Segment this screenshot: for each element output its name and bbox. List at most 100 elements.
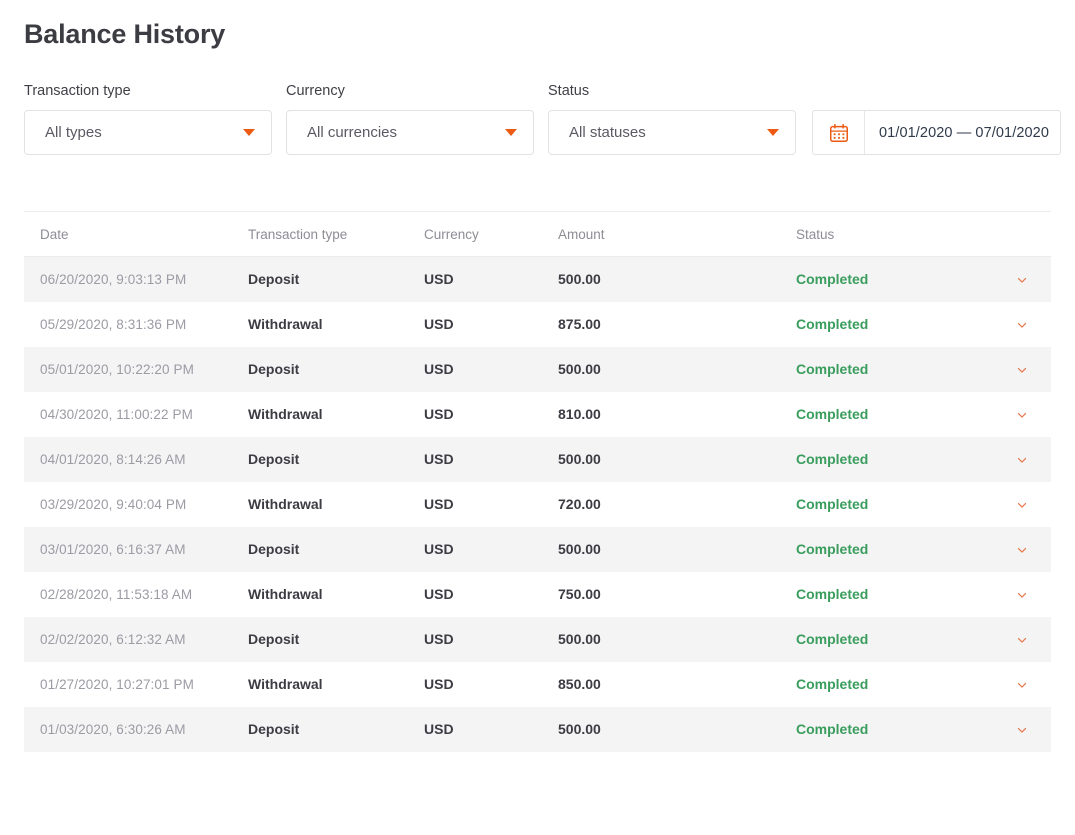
cell-amount: 720.00	[558, 495, 601, 512]
caret-down-icon	[505, 129, 517, 136]
table-row[interactable]: 05/29/2020, 8:31:36 PM Withdrawal USD 875.0…	[24, 302, 1051, 347]
chevron-down-icon[interactable]	[1015, 363, 1029, 377]
cell-date: 03/29/2020, 9:40:04 PM	[40, 496, 187, 512]
balance-history-page: Balance History Transaction type All typ…	[0, 16, 1075, 752]
cell-date: 06/20/2020, 9:03:13 PM	[40, 271, 187, 287]
table-row[interactable]: 05/01/2020, 10:22:20 PM Deposit USD 500.00 C…	[24, 347, 1051, 392]
table-row[interactable]: 04/30/2020, 11:00:22 PM Withdrawal USD 810.…	[24, 392, 1051, 437]
chevron-down-icon[interactable]	[1015, 453, 1029, 467]
caret-down-icon	[243, 129, 255, 136]
table-row[interactable]: 03/29/2020, 9:40:04 PM Withdrawal USD 720.0…	[24, 482, 1051, 527]
currency-value: All currencies	[307, 123, 398, 141]
cell-transaction-type: Withdrawal	[248, 585, 323, 602]
cell-transaction-type: Deposit	[248, 270, 300, 287]
cell-date: 02/02/2020, 6:12:32 AM	[40, 631, 186, 647]
cell-transaction-type: Withdrawal	[248, 495, 323, 512]
cell-amount: 810.00	[558, 405, 601, 422]
cell-currency: USD	[424, 450, 454, 467]
status-badge: Completed	[796, 360, 869, 377]
column-header-status: Status	[796, 226, 835, 242]
row-expand-button[interactable]	[992, 588, 1051, 602]
chevron-down-icon[interactable]	[1015, 723, 1029, 737]
cell-amount: 500.00	[558, 360, 601, 377]
filter-currency: Currency All currencies	[286, 82, 534, 155]
filter-date-range: 01/01/2020 — 07/01/2020	[812, 110, 1061, 155]
cell-transaction-type: Deposit	[248, 450, 300, 467]
status-badge: Completed	[796, 720, 869, 737]
chevron-down-icon[interactable]	[1015, 543, 1029, 557]
cell-currency: USD	[424, 585, 454, 602]
cell-currency: USD	[424, 360, 454, 377]
table-row[interactable]: 01/03/2020, 6:30:26 AM Deposit USD 500.00 Co…	[24, 707, 1051, 752]
cell-transaction-type: Withdrawal	[248, 315, 323, 332]
row-expand-button[interactable]	[992, 453, 1051, 467]
column-header-currency: Currency	[424, 226, 479, 242]
filter-status-label: Status	[548, 83, 590, 99]
table-row[interactable]: 04/01/2020, 8:14:26 AM Deposit USD 500.00 Co…	[24, 437, 1051, 482]
status-badge: Completed	[796, 495, 869, 512]
row-expand-button[interactable]	[992, 318, 1051, 332]
row-expand-button[interactable]	[992, 723, 1051, 737]
cell-date: 04/30/2020, 11:00:22 PM	[40, 406, 193, 422]
table-row[interactable]: 03/01/2020, 6:16:37 AM Deposit USD 500.00 Co…	[24, 527, 1051, 572]
table-body: 06/20/2020, 9:03:13 PM Deposit USD 500.00 Co…	[24, 257, 1051, 752]
calendar-icon-cell[interactable]	[813, 111, 865, 154]
cell-amount: 850.00	[558, 675, 601, 692]
date-range-picker[interactable]: 01/01/2020 — 07/01/2020	[812, 110, 1061, 155]
cell-date: 04/01/2020, 8:14:26 AM	[40, 451, 186, 467]
status-badge: Completed	[796, 270, 869, 287]
row-expand-button[interactable]	[992, 363, 1051, 377]
status-badge: Completed	[796, 675, 869, 692]
status-badge: Completed	[796, 450, 869, 467]
cell-date: 01/03/2020, 6:30:26 AM	[40, 721, 186, 737]
cell-transaction-type: Deposit	[248, 630, 300, 647]
cell-amount: 750.00	[558, 585, 601, 602]
table-row[interactable]: 02/28/2020, 11:53:18 AM Withdrawal USD 750.…	[24, 572, 1051, 617]
chevron-down-icon[interactable]	[1015, 678, 1029, 692]
date-range-value[interactable]: 01/01/2020 — 07/01/2020	[865, 111, 1060, 154]
cell-amount: 875.00	[558, 315, 601, 332]
cell-currency: USD	[424, 495, 454, 512]
table-row[interactable]: 01/27/2020, 10:27:01 PM Withdrawal USD 850.…	[24, 662, 1051, 707]
cell-currency: USD	[424, 405, 454, 422]
cell-currency: USD	[424, 720, 454, 737]
status-select[interactable]: All statuses	[548, 110, 796, 155]
table-row[interactable]: 02/02/2020, 6:12:32 AM Deposit USD 500.00 Co…	[24, 617, 1051, 662]
filter-transaction-type-label: Transaction type	[24, 83, 131, 99]
chevron-down-icon[interactable]	[1015, 498, 1029, 512]
chevron-down-icon[interactable]	[1015, 633, 1029, 647]
row-expand-button[interactable]	[992, 543, 1051, 557]
column-header-transaction-type: Transaction type	[248, 226, 348, 242]
row-expand-button[interactable]	[992, 498, 1051, 512]
row-expand-button[interactable]	[992, 273, 1051, 287]
transaction-type-value: All types	[45, 123, 102, 141]
chevron-down-icon[interactable]	[1015, 408, 1029, 422]
filter-transaction-type: Transaction type All types	[24, 82, 272, 155]
cell-transaction-type: Withdrawal	[248, 405, 323, 422]
currency-select[interactable]: All currencies	[286, 110, 534, 155]
page-title: Balance History	[24, 19, 226, 49]
status-badge: Completed	[796, 540, 869, 557]
cell-amount: 500.00	[558, 540, 601, 557]
filter-status: Status All statuses	[548, 82, 796, 155]
status-badge: Completed	[796, 315, 869, 332]
chevron-down-icon[interactable]	[1015, 273, 1029, 287]
cell-date: 05/01/2020, 10:22:20 PM	[40, 361, 194, 377]
cell-date: 01/27/2020, 10:27:01 PM	[40, 676, 194, 692]
row-expand-button[interactable]	[992, 408, 1051, 422]
row-expand-button[interactable]	[992, 678, 1051, 692]
cell-transaction-type: Deposit	[248, 720, 300, 737]
cell-amount: 500.00	[558, 270, 601, 287]
cell-transaction-type: Deposit	[248, 540, 300, 557]
cell-currency: USD	[424, 675, 454, 692]
chevron-down-icon[interactable]	[1015, 318, 1029, 332]
status-badge: Completed	[796, 630, 869, 647]
transaction-type-select[interactable]: All types	[24, 110, 272, 155]
status-badge: Completed	[796, 585, 869, 602]
chevron-down-icon[interactable]	[1015, 588, 1029, 602]
cell-date: 05/29/2020, 8:31:36 PM	[40, 316, 187, 332]
table-row[interactable]: 06/20/2020, 9:03:13 PM Deposit USD 500.00 Co…	[24, 257, 1051, 302]
row-expand-button[interactable]	[992, 633, 1051, 647]
cell-amount: 500.00	[558, 630, 601, 647]
filter-currency-label: Currency	[286, 83, 345, 99]
